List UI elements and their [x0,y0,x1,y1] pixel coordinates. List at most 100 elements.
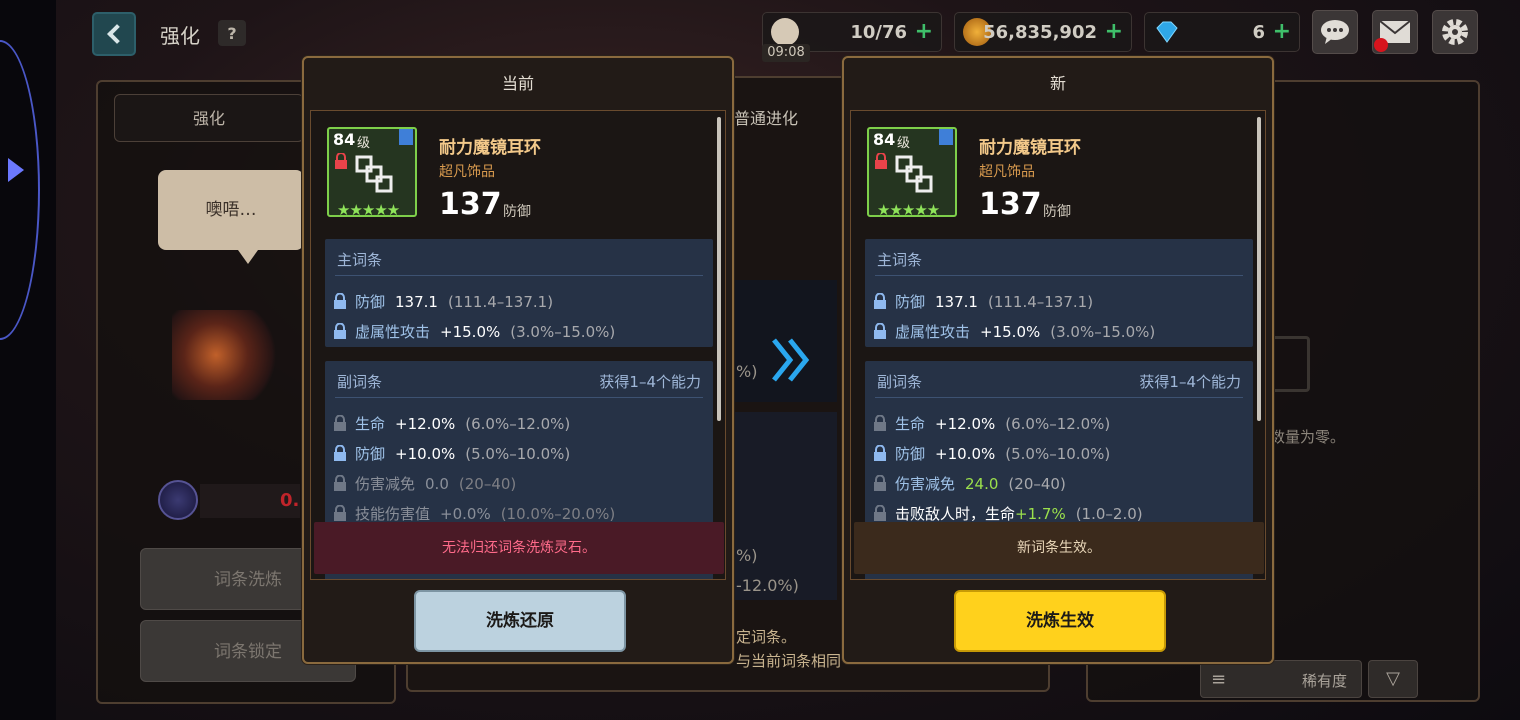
attr-range: (6.0%–12.0%) [1005,415,1111,433]
earring-icon [355,155,393,193]
attr-range: (1.0–2.0) [1075,505,1143,523]
center-bg-attr-block-2 [735,412,837,600]
lock-icon[interactable] [333,323,347,339]
bookmark-icon [399,129,413,145]
attr-name: 防御 [895,445,926,463]
attr-name: 防御 [355,445,386,463]
item-detail-card: 84 级 ★★★★★ 耐力魔镜耳环 超凡饰品 137 防御 主词条 防御 137.… [850,110,1266,580]
attr-value: +12.0% [935,415,996,433]
attr-name: 击败敌人时，生命 [895,505,1016,523]
attr-range: (3.0%–15.0%) [510,323,616,341]
sub-attr-hint: 获得1–4个能力 [1139,373,1241,391]
item-stat-value: 137 [979,187,1042,222]
sub-attr-row: 生命 +12.0% (6.0%–12.0%) [873,413,1110,437]
sub-attr-row: 伤害减免 0.0 (20–40) [333,473,516,497]
lock-icon[interactable] [333,445,347,461]
sub-attr-row: 生命 +12.0% (6.0%–12.0%) [333,413,570,437]
attr-range: (10.0%–20.0%) [500,505,616,523]
sort-order-button[interactable]: ▽ [1368,660,1418,698]
attr-value: +1.7% [1015,505,1066,523]
settings-button[interactable] [1432,10,1478,54]
sub-attr-row: 伤害减免 24.0 (20–40) [873,473,1066,497]
attr-value: +10.0% [395,445,456,463]
bg-text-fragment: %) [736,546,758,565]
lock-icon[interactable] [873,475,887,491]
star-rating: ★★★★★ [877,201,940,219]
stamina-timer: 09:08 [762,44,810,62]
attr-range: (20–40) [458,475,517,493]
add-gold-button[interactable]: + [1105,19,1123,44]
attr-value: 24.0 [965,475,999,493]
lock-icon[interactable] [333,293,347,309]
item-level: 84 [873,130,896,149]
earring-icon [895,155,933,193]
help-button[interactable]: ? [218,20,246,46]
menu-icon: ≡ [1211,669,1227,690]
item-name: 耐力魔镜耳环 [439,138,541,158]
item-level-unit: 级 [897,136,911,151]
attr-range: (5.0%–10.0%) [1005,445,1111,463]
gear-icon [1442,19,1468,45]
bg-text-fragment: 定词条。 [736,628,797,646]
attr-range: (3.0%–15.0%) [1050,323,1156,341]
item-stat-value: 137 [439,187,502,222]
material-count: 0. [280,490,300,511]
sort-dropdown[interactable]: ≡ 稀有度 [1200,660,1362,698]
side-menu-arrow-icon[interactable] [8,158,24,182]
attr-name: 技能伤害值 [355,505,431,523]
lock-icon[interactable] [873,293,887,309]
attr-value: +15.0% [980,323,1041,341]
chevron-left-icon [107,24,127,44]
lock-icon[interactable] [873,445,887,461]
item-rarity: 超凡饰品 [439,164,495,180]
attr-value: 137.1 [395,293,438,311]
lock-icon[interactable] [333,475,347,491]
success-message: 新词条生效。 [854,522,1264,574]
item-level: 84 [333,130,356,149]
attr-name: 生命 [355,415,386,433]
restore-reroll-button[interactable]: 洗炼还原 [414,590,626,652]
gem-counter: 6 + [1144,12,1300,52]
bookmark-icon [939,129,953,145]
attr-name: 虚属性攻击 [895,323,971,341]
speech-bubble: 噢唔… [158,170,304,264]
scrollbar[interactable] [1257,117,1261,421]
new-options-panel: 新 84 级 ★★★★★ 耐力魔镜耳环 超凡饰品 137 防御 主词条 防御 13… [842,56,1274,664]
lock-icon[interactable] [873,415,887,431]
sub-attr-hint: 获得1–4个能力 [599,373,701,391]
chat-button[interactable] [1312,10,1358,54]
character-sprite [172,310,282,400]
lock-icon[interactable] [873,505,887,521]
attr-value: +12.0% [395,415,456,433]
gold-value: 56,835,902 [983,22,1097,43]
item-name: 耐力魔镜耳环 [979,138,1081,158]
main-attr-row: 防御 137.1 (111.4–137.1) [873,291,1093,315]
sub-attr-row: 防御 +10.0% (5.0%–10.0%) [873,443,1110,467]
bg-text-fragment: 与当前词条相同 [736,652,842,670]
scrollbar[interactable] [717,117,721,421]
apply-reroll-button[interactable]: 洗炼生效 [954,590,1166,652]
lock-icon[interactable] [333,505,347,521]
attr-value: 137.1 [935,293,978,311]
panel-header: 新 [1049,74,1066,93]
attr-range: (111.4–137.1) [987,293,1094,311]
add-stamina-button[interactable]: + [915,19,933,44]
sort-label: 稀有度 [1301,672,1347,690]
main-attr-row: 虚属性攻击 +15.0% (3.0%–15.0%) [873,321,1155,345]
lock-icon[interactable] [873,323,887,339]
attr-range: (6.0%–12.0%) [465,415,571,433]
panel-header: 当前 [501,74,534,93]
item-rarity: 超凡饰品 [979,164,1035,180]
lock-icon[interactable] [333,415,347,431]
add-gems-button[interactable]: + [1273,19,1291,44]
gem-value: 6 [1252,22,1265,43]
tab-enhance[interactable]: 强化 [114,94,304,142]
main-attr-title: 主词条 [337,251,383,269]
back-button[interactable] [92,12,136,56]
bg-text-fragment: %) [736,362,758,381]
tab-normal-evolution[interactable]: 普通进化 [734,105,798,129]
sub-attr-title: 副词条 [877,373,923,391]
double-chevron-right-icon [772,338,810,382]
attr-name: 伤害减免 [355,475,416,493]
main-attributes-box: 主词条 防御 137.1 (111.4–137.1) 虚属性攻击 +15.0% (3.0… [325,239,713,347]
